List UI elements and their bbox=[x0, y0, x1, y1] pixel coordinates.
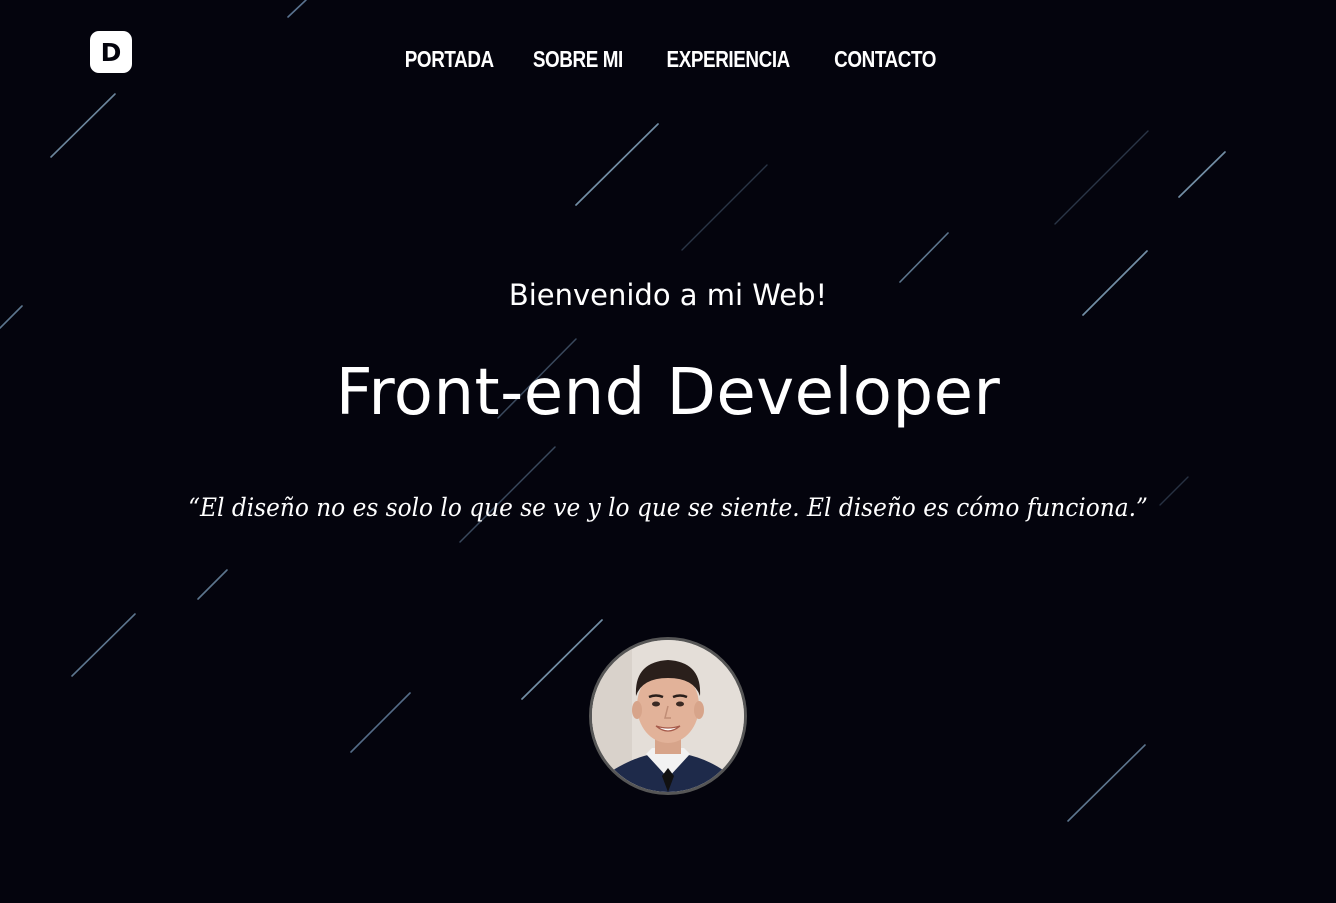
page-title: Front-end Developer bbox=[335, 356, 1001, 430]
welcome-text: Bienvenido a mi Web! bbox=[508, 278, 828, 312]
streak bbox=[197, 569, 228, 600]
nav-link-portada[interactable]: PORTADA bbox=[404, 40, 493, 78]
streak bbox=[50, 93, 116, 158]
quote-text: “El diseño no es solo lo que se ve y lo … bbox=[188, 493, 1148, 522]
nav-link-sobre-mi[interactable]: SOBRE MI bbox=[533, 40, 623, 78]
streak bbox=[1067, 744, 1146, 822]
streak bbox=[681, 164, 768, 251]
main-nav: PORTADA SOBRE MI EXPERIENCIA CONTACTO bbox=[0, 40, 1336, 78]
streak bbox=[287, 0, 307, 18]
streak bbox=[350, 692, 411, 753]
streak bbox=[521, 619, 603, 700]
profile-photo-illustration bbox=[592, 640, 744, 792]
streak bbox=[71, 613, 136, 677]
nav-link-experiencia[interactable]: EXPERIENCIA bbox=[666, 40, 790, 78]
streak bbox=[1178, 151, 1226, 198]
streak bbox=[575, 123, 659, 206]
profile-avatar bbox=[589, 637, 747, 795]
streak bbox=[1054, 130, 1149, 225]
nav-link-contacto[interactable]: CONTACTO bbox=[834, 40, 936, 78]
